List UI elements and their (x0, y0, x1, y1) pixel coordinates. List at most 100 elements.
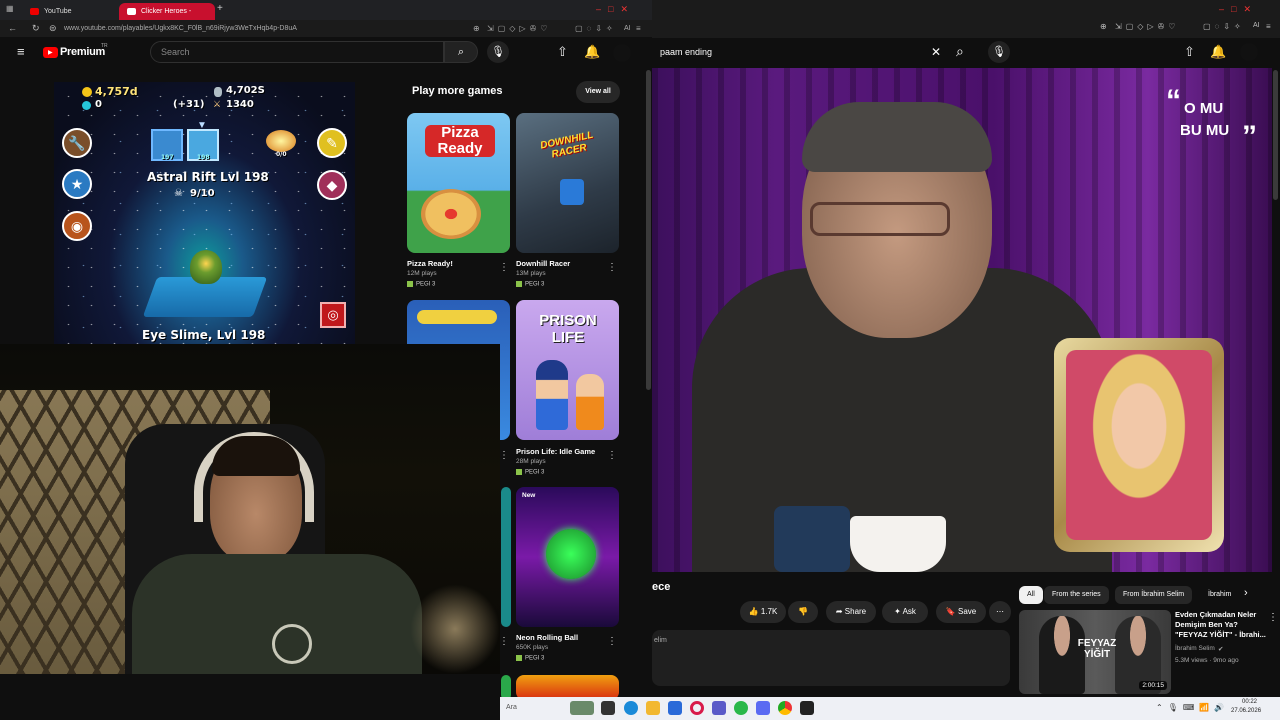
game-more-options-icon[interactable]: ⋮ (499, 450, 509, 461)
voice-search-button[interactable]: 🎙 (487, 41, 509, 63)
address-bar[interactable]: ← ↻ ⊜ www.youtube.com/playables/Ugkx8KC_… (0, 20, 652, 37)
recommended-more-options-icon[interactable]: ⋮ (1268, 612, 1278, 623)
whatsapp-icon[interactable] (734, 701, 748, 715)
like-button[interactable]: 👍 1.7K (740, 601, 786, 623)
tab-clicker-heroes[interactable]: Clicker Heroes - YouTube (119, 3, 215, 32)
chevron-right-icon[interactable]: › (1244, 587, 1248, 599)
site-info-icon[interactable]: ⊜ (49, 20, 57, 37)
file-explorer-icon[interactable] (646, 701, 660, 715)
notifications-bell-icon[interactable]: 🔔 (584, 44, 600, 60)
page-scrollbar[interactable] (646, 70, 651, 390)
achievements-star-button[interactable]: ★ (62, 169, 92, 199)
upgrade-wrench-button[interactable]: 🔧 (62, 128, 92, 158)
skill-icon[interactable]: ◎ (320, 302, 346, 328)
toolbar-extension-icons[interactable]: ⇲▢◇▷✇♡ (487, 20, 551, 37)
chip-channel-partial[interactable]: İbrahim (1200, 586, 1232, 604)
chip-all[interactable]: All (1019, 586, 1043, 604)
search-input[interactable]: paam ending (660, 47, 712, 57)
game-card-left-partial[interactable] (501, 487, 511, 627)
game-title[interactable]: Neon Rolling Ball (516, 633, 578, 642)
relics-button[interactable]: ◆ (317, 170, 347, 200)
system-tray-icons[interactable]: ⌃🎙⌨📶🔊 (1156, 703, 1229, 712)
zoom-icon[interactable]: ⊕ (473, 20, 480, 37)
zoom-icon[interactable]: ⊕ (1100, 22, 1107, 31)
avatar[interactable] (1240, 43, 1258, 61)
share-button[interactable]: ➦ Share (826, 601, 876, 623)
toolbar-more-icons[interactable]: ▢◌⇩✧ (1203, 22, 1245, 31)
window-controls[interactable]: –□✕ (1219, 4, 1258, 15)
settings-button[interactable]: ✎ (317, 128, 347, 158)
game-app-icon[interactable] (800, 701, 814, 715)
clear-search-icon[interactable]: ✕ (931, 45, 941, 59)
more-actions-button[interactable]: ⋯ (989, 601, 1011, 623)
menu-icon[interactable]: ≡ (1266, 22, 1271, 31)
dislike-button[interactable]: 👎 (788, 601, 818, 623)
file-manager-icon[interactable] (601, 701, 615, 715)
opera-icon[interactable] (690, 701, 704, 715)
recommended-channel[interactable]: İbrahim Selim (1175, 645, 1215, 652)
game-more-options-icon[interactable]: ⋮ (499, 262, 509, 273)
description-box[interactable]: elim (652, 630, 1010, 686)
recommended-thumbnail[interactable]: FEYYAZ YİĞİT 2:00:15 (1019, 610, 1171, 694)
game-card-pizza-ready[interactable]: Pizza Ready (407, 113, 510, 253)
view-all-button[interactable]: View all (576, 81, 620, 103)
recommended-title[interactable]: Evden Çıkmadan Neler Demişim Ben Ya? "FE… (1175, 610, 1267, 640)
clock-time[interactable]: 00:22 (1242, 699, 1257, 705)
chip-from-series[interactable]: From the series (1044, 586, 1109, 604)
mail-icon[interactable] (668, 701, 682, 715)
guest-glasses (810, 202, 950, 236)
search-input[interactable]: Search (150, 41, 444, 63)
game-card-downhill-racer[interactable]: DOWNHILL RACER (516, 113, 619, 253)
toolbar-more-icons[interactable]: ▢◌⇩✧ (575, 20, 617, 37)
tab-youtube[interactable]: YouTube (22, 3, 117, 20)
hamburger-menu-icon[interactable]: ≡ (17, 44, 25, 59)
framed-portrait (1066, 350, 1212, 540)
ai-label[interactable]: AI (1253, 22, 1260, 29)
back-icon[interactable]: ← (8, 20, 17, 37)
game-title[interactable]: Pizza Ready! (407, 259, 453, 268)
search-button[interactable]: ⌕ (444, 41, 478, 63)
treasure-clicker-icon[interactable] (266, 130, 296, 152)
discord-icon[interactable] (756, 701, 770, 715)
ai-label[interactable]: AI (624, 20, 631, 37)
menu-icon[interactable]: ≡ (636, 20, 641, 37)
create-upload-icon[interactable]: ⇧ (557, 44, 568, 60)
chip-from-channel[interactable]: From İbrahim Selim (1115, 586, 1193, 604)
game-more-options-icon[interactable]: ⋮ (607, 450, 617, 461)
eye-slime-monster[interactable] (190, 250, 222, 284)
game-more-options-icon[interactable]: ⋮ (607, 636, 617, 647)
taskbar-search[interactable]: Ara (506, 704, 517, 711)
shop-button[interactable]: ◉ (62, 211, 92, 241)
game-more-options-icon[interactable]: ⋮ (499, 636, 509, 647)
notifications-bell-icon[interactable]: 🔔 (1210, 44, 1226, 60)
game-card-neon-rolling-ball[interactable]: New (516, 487, 619, 627)
game-title[interactable]: Prison Life: Idle Game (516, 447, 595, 456)
game-title[interactable]: Downhill Racer (516, 259, 570, 268)
voice-search-button[interactable]: 🎙 (988, 41, 1010, 63)
url-text[interactable]: www.youtube.com/playables/Ugkx8KC_F0lB_n… (64, 20, 297, 37)
toolbar-extension-icons[interactable]: ⇲▢◇▷✇♡ (1115, 22, 1179, 31)
tab-actions-icon[interactable]: ▦ (6, 4, 14, 13)
rating-label: PEGI 3 (416, 281, 436, 288)
edge-browser-icon[interactable] (624, 701, 638, 715)
task-view-icon[interactable] (570, 701, 594, 715)
reload-icon[interactable]: ↻ (32, 20, 40, 37)
save-button[interactable]: 🔖 Save (936, 601, 986, 623)
clock-date[interactable]: 27.06.2026 (1231, 708, 1261, 714)
new-tab-icon[interactable]: + (217, 3, 223, 14)
logo-text[interactable]: Premium (60, 46, 105, 58)
create-upload-icon[interactable]: ⇧ (1184, 44, 1195, 60)
game-more-options-icon[interactable]: ⋮ (607, 262, 617, 273)
window-controls[interactable]: –□✕ (596, 4, 635, 15)
search-icon[interactable]: ⌕ (956, 43, 964, 60)
teams-icon[interactable] (712, 701, 726, 715)
chrome-icon[interactable] (778, 701, 792, 715)
avatar[interactable] (613, 44, 631, 62)
page-scrollbar[interactable] (1273, 70, 1278, 200)
game-card-prison-life[interactable]: PRISON LIFE (516, 300, 619, 440)
gems-amount: 0 (95, 99, 102, 110)
clicker-heroes-game[interactable]: 4,757d 0 4,702S (+31) ⚔ 1340 🔧 ★ ◉ ✎ ◆ 1… (54, 82, 355, 344)
ask-button[interactable]: ✦ Ask (882, 601, 928, 623)
description-fragment: elim (654, 637, 667, 644)
video-player[interactable]: “ O MU BU MU ” (652, 68, 1272, 572)
